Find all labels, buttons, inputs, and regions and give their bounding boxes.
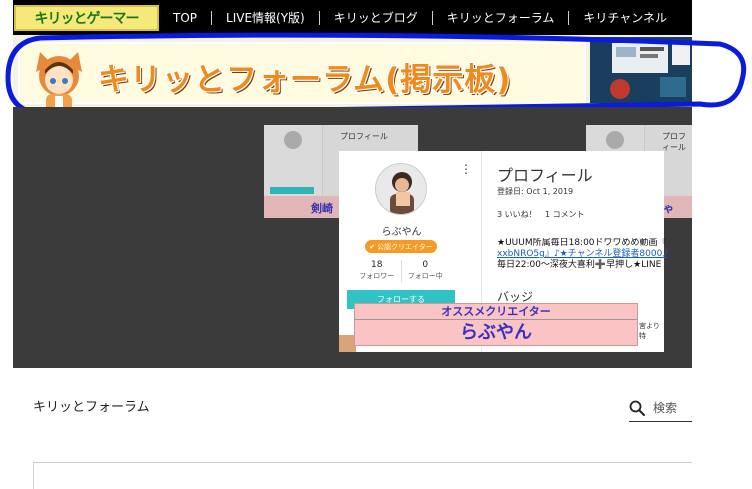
avatar xyxy=(606,131,624,149)
banner-thumbnail xyxy=(590,37,692,103)
recommended-label: オススメクリエイター xyxy=(355,304,637,320)
creator-badge: ✔ 公認クリエイター xyxy=(365,240,437,253)
profile-label: プロフィール xyxy=(340,132,388,141)
nav-item-channel[interactable]: キリチャンネル xyxy=(569,11,681,25)
recommended-name: らぶやん xyxy=(460,322,532,343)
site-logo[interactable]: キリッとゲーマー xyxy=(14,4,159,31)
follow-stats: 18 フォロワー 0 フォロー中 xyxy=(353,260,449,282)
banner-title: キリッとフォーラム(掲示板) xyxy=(98,62,512,98)
following-label: フォロー中 xyxy=(407,272,443,280)
nav-item-forum[interactable]: キリッとフォーラム xyxy=(433,10,570,25)
join-date: 登録日: Oct 1, 2019 xyxy=(497,187,574,196)
followers-count: 18 xyxy=(371,260,383,270)
nav-menu: TOP LIVE情報(Y版) キリッとブログ キリッとフォーラム キリチャンネル xyxy=(173,0,681,35)
following-count: 0 xyxy=(422,260,429,270)
check-icon: ✔ xyxy=(369,242,376,251)
forum-banner: キリッとフォーラム(掲示板) xyxy=(13,35,692,112)
creator-name: 剣崎 xyxy=(311,202,333,215)
search-placeholder: 検索 xyxy=(653,401,678,415)
followers-stat[interactable]: 18 フォロワー xyxy=(353,260,401,282)
nav-item-blog[interactable]: キリッとブログ xyxy=(320,10,433,25)
mascot-icon xyxy=(36,52,82,112)
avatar xyxy=(284,131,302,149)
forum-title[interactable]: キリッとフォーラム xyxy=(33,396,150,415)
page: キリッとゲーマー TOP LIVE情報(Y版) キリッとブログ キリッとフォーラ… xyxy=(0,0,752,489)
search-icon xyxy=(629,400,645,416)
follow-button xyxy=(270,187,314,194)
badge-label: 公認クリエイター xyxy=(377,242,433,251)
followers-label: フォロワー xyxy=(359,272,395,280)
nav-item-live[interactable]: LIVE情報(Y版) xyxy=(212,10,320,25)
banner-title-box: キリッとフォーラム(掲示板) xyxy=(18,42,586,112)
nav-item-top[interactable]: TOP xyxy=(173,10,213,25)
side-note: 宮より特 xyxy=(639,322,660,340)
top-navigation: キリッとゲーマー TOP LIVE情報(Y版) キリッとブログ キリッとフォーラ… xyxy=(13,0,692,35)
recommended-creator-banner: オススメクリエイター らぶやん xyxy=(354,303,638,346)
comments-count: 1 コメント xyxy=(545,210,585,219)
avatar[interactable] xyxy=(375,163,427,215)
following-stat[interactable]: 0 フォロー中 xyxy=(400,260,450,282)
more-vert-icon[interactable]: ⋮ xyxy=(460,163,472,175)
profile-label: プロフィール xyxy=(662,132,686,152)
profile-title: プロフィール xyxy=(497,166,593,185)
user-name: らぶやん xyxy=(381,227,422,238)
forum-content-box xyxy=(33,462,692,489)
profile-bio: ★UUUM所属毎日18:00ドワワめめ動画『http xxbNRO5g』♪★チャ… xyxy=(497,238,667,270)
likes-count: 3 いいね！ xyxy=(497,210,537,219)
search-input[interactable]: 検索 xyxy=(629,394,692,422)
bio-link[interactable]: xxbNRO5g』♪★チャンネル登録者8000人★競 xyxy=(497,249,667,260)
